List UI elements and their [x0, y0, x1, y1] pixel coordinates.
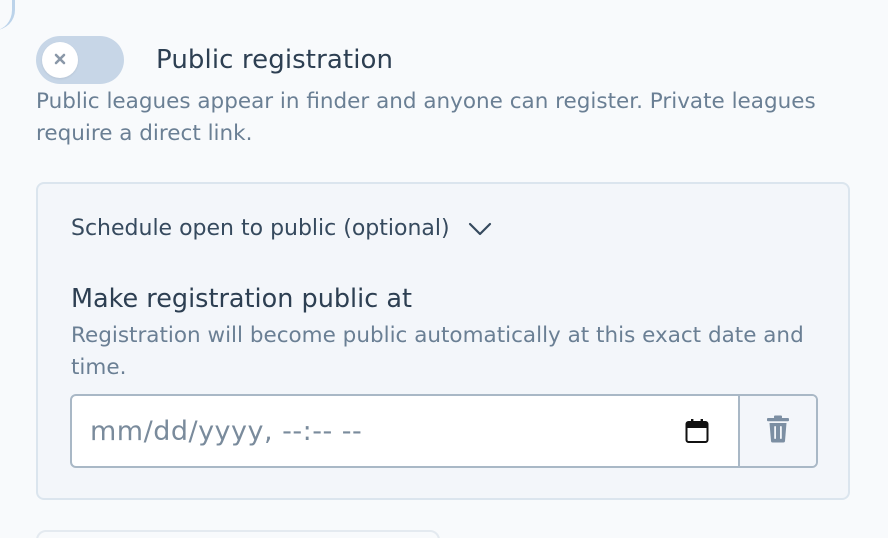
registration-settings-panel: Public registration Public leagues appea… [0, 0, 888, 538]
schedule-collapse-label: Schedule open to public (optional) [71, 216, 450, 241]
datetime-input-group: mm/dd/yyyy, --:-- -- [70, 394, 818, 468]
next-section-card [36, 530, 440, 538]
trash-icon [766, 415, 790, 447]
schedule-collapse-toggle[interactable]: Schedule open to public (optional) [71, 216, 492, 241]
public-registration-label: Public registration [156, 45, 394, 75]
decorative-arc [0, 0, 15, 30]
public-registration-help: Public leagues appear in finder and anyo… [36, 89, 816, 146]
calendar-icon[interactable] [684, 417, 710, 445]
chevron-down-icon [468, 222, 492, 236]
field-title: Make registration public at [71, 284, 412, 314]
public-registration-row: Public registration [36, 36, 393, 84]
public-registration-toggle[interactable] [36, 36, 124, 84]
schedule-card: Schedule open to public (optional) Make … [36, 182, 850, 500]
toggle-knob [42, 42, 78, 78]
close-icon [53, 51, 67, 70]
field-help: Registration will become public automati… [71, 323, 804, 380]
datetime-placeholder: mm/dd/yyyy, --:-- -- [90, 415, 363, 447]
delete-date-button[interactable] [738, 396, 816, 466]
datetime-input[interactable]: mm/dd/yyyy, --:-- -- [72, 396, 738, 466]
